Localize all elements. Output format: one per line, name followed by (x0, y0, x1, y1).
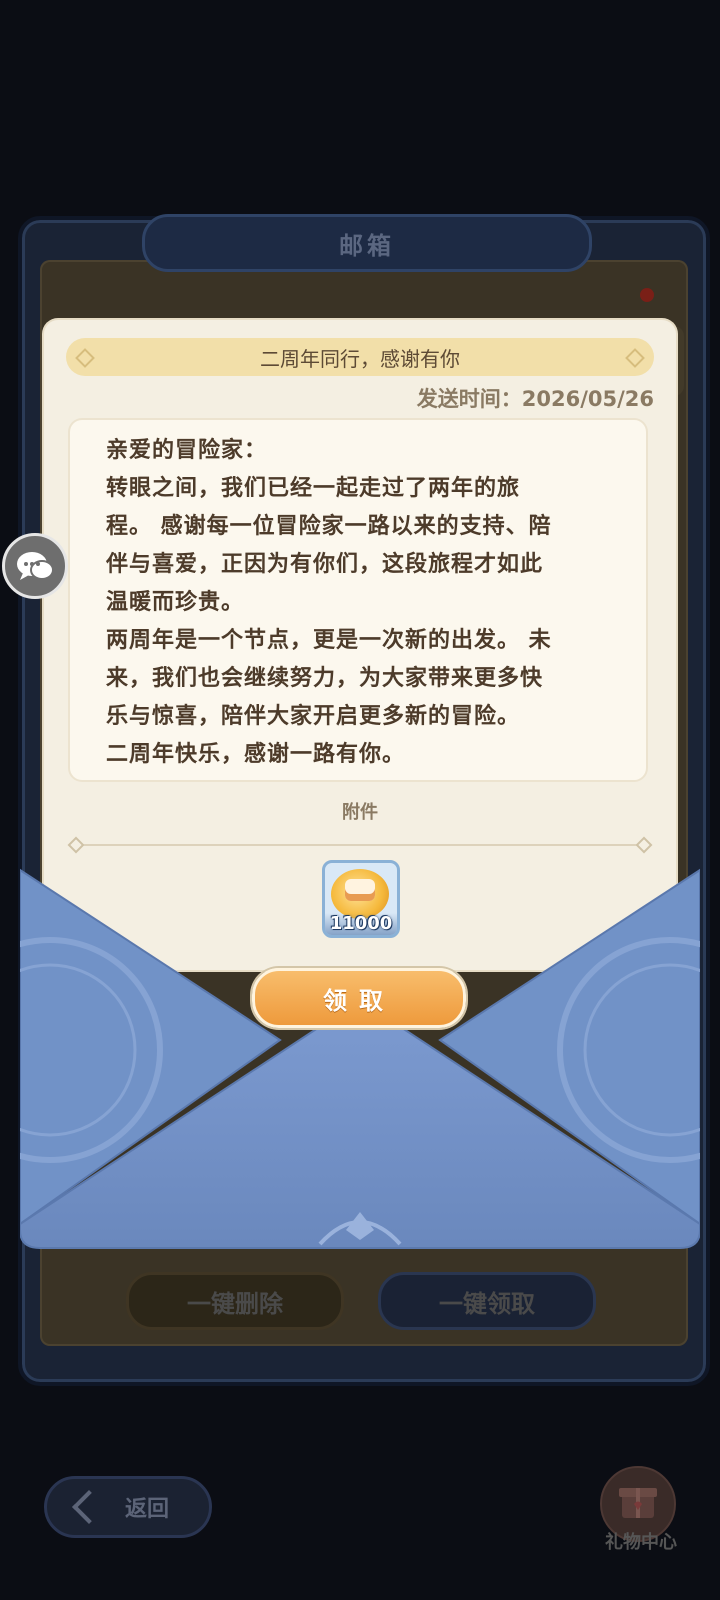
diamond-ornament-icon (67, 836, 85, 854)
mail-subject-bar: 二周年同行，感谢有你 (66, 338, 654, 376)
chat-bubble-button[interactable] (2, 533, 68, 599)
delete-all-button[interactable]: 一键删除 (126, 1272, 344, 1330)
mail-body-line: 伴与喜爱，正因为有你们，这段旅程才如此 (106, 552, 544, 577)
mail-body-line: 二周年快乐，感谢一路有你。 (106, 742, 406, 767)
back-label: 返回 (125, 1497, 170, 1522)
chat-bubble-icon (17, 552, 54, 580)
back-arrow-icon (72, 1490, 106, 1524)
diamond-ornament-icon (635, 836, 653, 854)
envelope (20, 860, 700, 1274)
mail-body-line: 来，我们也会继续努力，为大家带来更多快 (106, 666, 544, 691)
envelope-graphic (20, 868, 700, 1249)
gift-center-label: 礼物中心 (605, 1532, 677, 1553)
mail-body-line: 转眼之间，我们已经一起走过了两年的旅 (106, 476, 521, 501)
mail-body-line: 两周年是一个节点，更是一次新的出发。 未 (106, 628, 552, 653)
mail-body: 亲爱的冒险家： 转眼之间，我们已经一起走过了两年的旅程。 感谢每一位冒险家一路以来… (70, 420, 646, 780)
mail-body-text: 亲爱的冒险家： 转眼之间，我们已经一起走过了两年的旅程。 感谢每一位冒险家一路以来… (106, 432, 626, 774)
gift-center-button[interactable]: 礼物中心 (596, 1466, 677, 1566)
diamond-ornament-icon (625, 348, 645, 368)
attachment-label: 附件 (342, 802, 378, 823)
mail-body-line: 亲爱的冒险家： (106, 438, 268, 463)
claim-all-button[interactable]: 一键领取 (378, 1272, 596, 1330)
mail-body-line: 乐与惊喜，陪伴大家开启更多新的冒险。 (106, 704, 521, 729)
attachment-divider (67, 836, 653, 854)
send-time: 发送时间：2026/05/26 (416, 387, 654, 411)
unread-dot-icon (640, 288, 654, 302)
diamond-ornament-icon (75, 348, 95, 368)
mail-body-line: 温暖而珍贵。 (106, 590, 245, 615)
mail-subject: 二周年同行，感谢有你 (260, 346, 460, 371)
mailbox-title: 邮箱 (142, 214, 592, 272)
mail-body-line: 程。 感谢每一位冒险家一路以来的支持、陪 (106, 514, 552, 539)
claim-button[interactable]: 领取 (252, 968, 466, 1028)
back-button[interactable]: 返回 (44, 1476, 212, 1538)
